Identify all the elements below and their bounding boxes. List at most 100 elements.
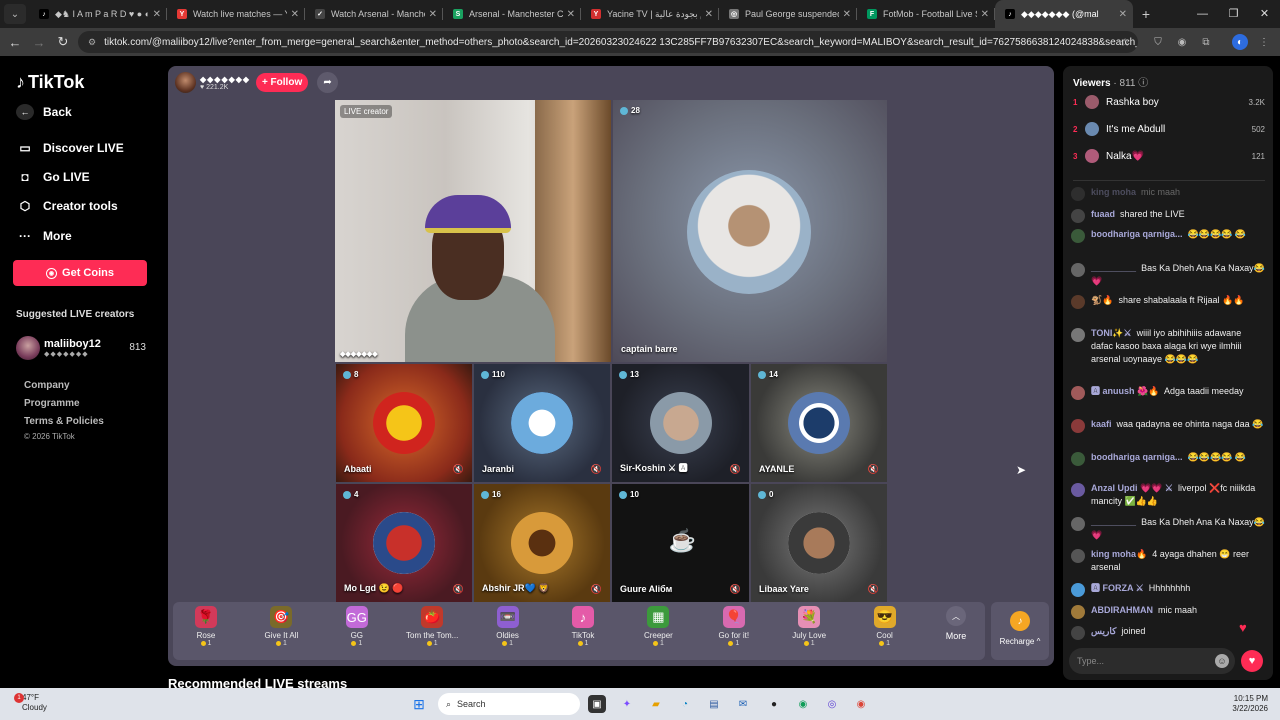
browser-tab[interactable]: ♪ ◆◆◆◆◆◆◆ (@mal ✕	[995, 0, 1133, 28]
app-icon[interactable]: ●	[765, 695, 783, 713]
viewers-header[interactable]: Viewers · 811 ⓘ	[1073, 74, 1148, 89]
edge-icon[interactable]: ◔	[676, 695, 694, 713]
gift-item[interactable]: 💐 July Love 1	[774, 606, 844, 647]
gift-item[interactable]: GG GG 1	[322, 606, 392, 647]
file-explorer-icon[interactable]: ▰	[647, 695, 665, 713]
avatar[interactable]	[1071, 483, 1085, 497]
back-arrow-icon[interactable]: ←	[3, 35, 27, 50]
top-viewer-row[interactable]: 2 It's me Abdull 502	[1073, 121, 1265, 137]
site-info-icon[interactable]: ⚙	[88, 37, 96, 48]
chat-input[interactable]: Type... ☺	[1069, 648, 1235, 674]
footer-link-company[interactable]: Company	[24, 380, 70, 391]
gift-item[interactable]: 🍅 Tom the Tom... 1	[397, 606, 467, 647]
close-window-button[interactable]: ✕	[1249, 0, 1280, 28]
browser-menu-icon[interactable]: ⋮	[1256, 34, 1272, 50]
close-tab-icon[interactable]: ✕	[153, 9, 161, 20]
outlook-icon[interactable]: ✉	[734, 695, 752, 713]
browser-tab[interactable]: ✓ Watch Arsenal - Manches ✕	[305, 0, 443, 28]
gift-item[interactable]: ♪ TikTok 1	[548, 606, 618, 647]
top-viewer-row[interactable]: 3 Nalka💗 121	[1073, 148, 1265, 164]
browser-tab[interactable]: ♪ ◆♞ I A m P a R D ♥ ● ◐ ✕	[29, 0, 167, 28]
avatar[interactable]	[1071, 605, 1085, 619]
new-tab-button[interactable]: +	[1133, 6, 1159, 22]
bookmark-star-icon[interactable]: ☆	[1120, 36, 1130, 49]
gift-item[interactable]: 🎈 Go for it! 1	[699, 606, 769, 647]
info-icon[interactable]: ⓘ	[1138, 78, 1148, 89]
browser-tab[interactable]: S Arsenal - Manchester City ✕	[443, 0, 581, 28]
avatar[interactable]	[1071, 229, 1085, 243]
host-avatar[interactable]	[175, 72, 196, 93]
copilot-icon[interactable]: ✦	[618, 695, 636, 713]
avatar[interactable]	[1071, 209, 1085, 223]
close-tab-icon[interactable]: ✕	[567, 9, 575, 20]
top-viewer-row[interactable]: 1 Rashka boy 3.2K	[1073, 94, 1265, 110]
shield-extension-icon[interactable]: ⛉	[1150, 34, 1166, 50]
gift-item[interactable]: ▦ Creeper 1	[623, 606, 693, 647]
guest-cell[interactable]: 4 Mo Lgd 😉 🔴 🔇	[336, 484, 472, 602]
nav-creator-tools[interactable]: ⬡ Creator tools	[16, 198, 118, 214]
browser-tab[interactable]: Y Watch live matches — Ya ✕	[167, 0, 305, 28]
weather-widget[interactable]: 1 47°F Cloudy	[14, 693, 47, 713]
forward-arrow-icon[interactable]: →	[27, 35, 51, 50]
guest-cell-captain-barre[interactable]: 28 captain barre	[613, 100, 887, 362]
close-tab-icon[interactable]: ✕	[843, 9, 851, 20]
nav-more[interactable]: ··· More	[16, 228, 72, 244]
gift-item[interactable]: 📼 Oldies 1	[473, 606, 543, 647]
suggested-creator-item[interactable]: maliiboy12 ◆◆◆◆◆◆◆ 813	[16, 335, 146, 361]
tab-search-icon[interactable]: ⌄	[4, 4, 26, 24]
gift-item[interactable]: 😎 Cool 1	[850, 606, 920, 647]
follow-button[interactable]: + Follow	[256, 73, 309, 92]
avatar[interactable]	[1071, 187, 1085, 201]
emoji-icon[interactable]: ☺	[1215, 654, 1229, 668]
close-tab-icon[interactable]: ✕	[981, 9, 989, 20]
taskbar-search[interactable]: ⌕ Search	[438, 693, 580, 715]
more-gifts-button[interactable]: ︿ More	[941, 606, 971, 641]
recharge-button[interactable]: ♪ Recharge ^	[991, 602, 1049, 660]
reload-icon[interactable]: ↻	[51, 34, 75, 50]
close-tab-icon[interactable]: ✕	[1119, 9, 1127, 20]
gift-item[interactable]: 🎯 Give It All 1	[246, 606, 316, 647]
extension-icon[interactable]: ◉	[1174, 34, 1190, 50]
footer-link-programme[interactable]: Programme	[24, 398, 80, 409]
nav-back[interactable]: ← Back	[16, 104, 72, 120]
browser-tab[interactable]: YYacine TV | يوم بجودة عالية✕	[581, 0, 719, 28]
avatar[interactable]	[1071, 517, 1085, 531]
chrome-icon-2[interactable]: ◉	[852, 695, 870, 713]
avatar[interactable]	[1071, 626, 1085, 640]
guest-cell[interactable]: 14 AYANLE 🔇	[751, 364, 887, 482]
system-clock[interactable]: 10:15 PM 3/22/2026	[1232, 694, 1268, 714]
guest-cell[interactable]: 16 Abshir JR💙 🦁 🔇	[474, 484, 610, 602]
app-icon-2[interactable]: ◎	[823, 695, 841, 713]
nav-go-live[interactable]: ◘ Go LIVE	[16, 169, 89, 185]
avatar[interactable]	[1071, 263, 1085, 277]
avatar[interactable]	[1071, 583, 1085, 597]
avatar[interactable]	[1071, 328, 1085, 342]
share-icon[interactable]: ➦	[317, 72, 339, 93]
avatar[interactable]	[1071, 386, 1085, 400]
get-coins-button[interactable]: ◉ Get Coins	[13, 260, 147, 286]
task-view-icon[interactable]: ▣	[588, 695, 606, 713]
chrome-icon[interactable]: ◉	[794, 695, 812, 713]
puzzle-extensions-icon[interactable]: ⧉	[1198, 34, 1214, 50]
browser-tab[interactable]: ◎ Paul George suspended f ✕	[719, 0, 857, 28]
avatar[interactable]	[1071, 452, 1085, 466]
address-bar[interactable]: ⚙ tiktok.com/@maliiboy12/live?enter_from…	[78, 31, 1138, 53]
guest-cell[interactable]: 13 Sir-Koshin ⚔ 🅰 🔇	[612, 364, 749, 482]
guest-cell[interactable]: 110 Jaranbi 🔇	[474, 364, 610, 482]
profile-avatar[interactable]: ◐	[1232, 34, 1248, 50]
nav-discover-live[interactable]: ▭ Discover LIVE	[16, 140, 123, 156]
guest-cell[interactable]: 0 Libaax Yare 🔇	[751, 484, 887, 602]
host-video-cell[interactable]: LIVE creator ◆◆◆◆◆◆◆	[335, 100, 611, 362]
avatar[interactable]	[1071, 549, 1085, 563]
minimize-button[interactable]: —	[1187, 0, 1218, 28]
maximize-button[interactable]: ❐	[1218, 0, 1249, 28]
like-heart-button[interactable]: ♥	[1241, 650, 1263, 672]
avatar[interactable]	[1071, 419, 1085, 433]
tiktok-logo[interactable]: ♪ TikTok	[16, 72, 84, 93]
close-tab-icon[interactable]: ✕	[429, 9, 437, 20]
browser-tab[interactable]: F FotMob - Football Live S ✕	[857, 0, 995, 28]
footer-link-terms[interactable]: Terms & Policies	[24, 416, 104, 427]
windows-start-icon[interactable]: ⊞	[410, 695, 428, 713]
close-tab-icon[interactable]: ✕	[705, 9, 713, 20]
avatar[interactable]	[1071, 295, 1085, 309]
